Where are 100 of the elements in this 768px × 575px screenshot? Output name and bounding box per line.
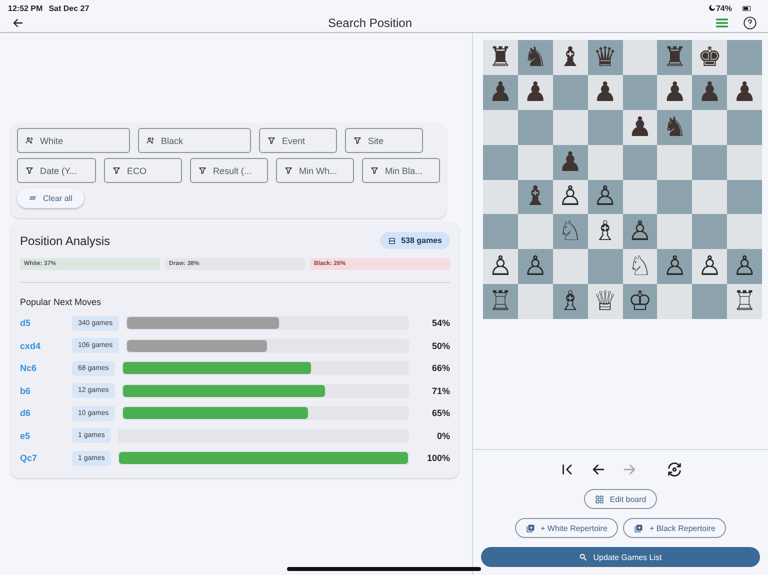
board-square[interactable]: ♞ [518, 40, 553, 75]
chess-piece: ♟ [488, 78, 513, 106]
chess-piece: ♙ [662, 253, 687, 280]
board-square[interactable] [622, 74, 658, 110]
move-link[interactable]: b6 [20, 386, 72, 396]
filter-field[interactable]: Date (Y... [17, 158, 96, 183]
board-square[interactable]: ♕ [588, 284, 622, 319]
filter-field[interactable]: White [17, 128, 130, 153]
board-square[interactable]: ♙ [588, 180, 622, 214]
board-square[interactable]: ♟ [483, 74, 518, 110]
board-square[interactable]: ♖ [727, 284, 762, 319]
board-square[interactable]: ♙ [727, 249, 762, 284]
move-link[interactable]: d5 [20, 318, 72, 328]
clear-all-button[interactable]: Clear all [17, 188, 84, 208]
chess-piece: ♖ [488, 288, 513, 316]
board-square[interactable]: ♟ [588, 74, 622, 110]
board-square[interactable]: ♟ [727, 74, 762, 110]
board-square[interactable] [552, 74, 588, 110]
status-date: Sat Dec 27 [48, 4, 90, 12]
board-square[interactable] [518, 214, 553, 250]
filter-field[interactable]: Black [138, 128, 251, 153]
filter-field[interactable]: Result (... [190, 158, 268, 183]
board-square[interactable]: ♙ [483, 249, 518, 284]
board-square[interactable] [622, 144, 658, 180]
clear-icon [29, 194, 37, 202]
help-icon [743, 16, 757, 30]
board-square[interactable] [692, 214, 728, 250]
filter-field[interactable]: Site [345, 128, 423, 153]
board-square[interactable]: ♟ [622, 110, 658, 145]
board-square[interactable]: ♙ [657, 249, 692, 284]
board-square[interactable]: ♙ [622, 214, 658, 250]
section-title: Position Analysis [20, 234, 110, 248]
board-square[interactable] [692, 144, 728, 180]
win-percent: 65% [430, 408, 450, 418]
filter-field[interactable]: Min Bla... [362, 158, 440, 183]
chess-piece: ♕ [592, 288, 618, 316]
board-square[interactable]: ♖ [483, 284, 518, 319]
move-link[interactable]: Qc7 [20, 453, 72, 464]
board-square[interactable]: ♙ [552, 180, 588, 214]
board-square[interactable]: ♜ [483, 40, 518, 75]
board-square[interactable] [588, 144, 622, 180]
board-square[interactable] [518, 144, 553, 180]
board-square[interactable]: ♘ [622, 249, 658, 284]
board-square[interactable] [552, 249, 588, 284]
board-square[interactable] [483, 180, 518, 214]
board-square[interactable]: ♗ [588, 214, 622, 250]
move-link[interactable]: e5 [20, 430, 72, 441]
chess-piece: ♟ [698, 78, 722, 106]
board-square[interactable]: ♟ [518, 74, 553, 110]
board-square[interactable]: ♞ [657, 110, 692, 145]
add-repertoire-button[interactable]: + Black Repertoire [623, 518, 726, 538]
board-square[interactable] [657, 144, 692, 180]
board-square[interactable] [552, 110, 588, 145]
board-square[interactable] [622, 180, 658, 214]
board-square[interactable]: ♗ [552, 284, 588, 319]
board-square[interactable] [657, 214, 692, 250]
filter-icon [353, 136, 362, 145]
board-square[interactable] [692, 110, 728, 145]
board-square[interactable] [692, 180, 728, 214]
board-square[interactable]: ♝ [518, 180, 553, 214]
chess-piece: ♝ [523, 183, 548, 210]
board-square[interactable]: ♟ [552, 144, 588, 180]
chess-piece: ♛ [592, 44, 618, 71]
filter-field[interactable]: Event [259, 128, 337, 153]
filter-field[interactable]: Min Wh... [276, 158, 354, 183]
help-button[interactable] [742, 15, 758, 31]
add-repertoire-button[interactable]: + White Repertoire [514, 518, 618, 538]
win-percent: 0% [436, 430, 450, 441]
board-square[interactable]: ♛ [588, 40, 622, 75]
win-percent: 100% [426, 453, 450, 464]
filter-icon [198, 166, 207, 175]
chess-piece: ♟ [558, 148, 582, 176]
board-square[interactable]: ♙ [518, 249, 553, 284]
board-square[interactable] [727, 180, 762, 214]
chess-piece: ♘ [628, 253, 652, 280]
move-link[interactable]: Nc6 [20, 363, 72, 374]
person-icon [25, 136, 34, 145]
board-square[interactable]: ♙ [692, 249, 728, 284]
board-square[interactable] [588, 249, 622, 284]
board-square[interactable]: ♔ [622, 284, 658, 319]
board-square[interactable]: ♚ [692, 40, 728, 75]
move-link[interactable]: d6 [20, 408, 72, 418]
board-square[interactable] [518, 110, 553, 145]
board-square[interactable]: ♟ [692, 74, 728, 110]
grid-icon [594, 494, 604, 504]
board-square[interactable]: ♟ [657, 74, 692, 110]
update-games-button[interactable]: Update Games List [481, 547, 760, 567]
move-link[interactable]: cxd4 [20, 340, 72, 351]
board-square[interactable] [588, 110, 622, 145]
chess-piece: ♙ [558, 183, 582, 210]
board-square[interactable]: ♝ [552, 40, 588, 75]
filter-field[interactable]: ECO [104, 158, 182, 183]
edit-board-button[interactable]: Edit board [584, 489, 658, 509]
board-square[interactable] [657, 180, 692, 214]
board-square[interactable]: ♜ [657, 40, 692, 75]
chess-piece: ♘ [558, 218, 582, 246]
board-square[interactable] [622, 40, 658, 75]
chess-piece: ♞ [523, 44, 548, 71]
filter-icon [267, 136, 276, 145]
board-square[interactable]: ♘ [552, 214, 588, 250]
